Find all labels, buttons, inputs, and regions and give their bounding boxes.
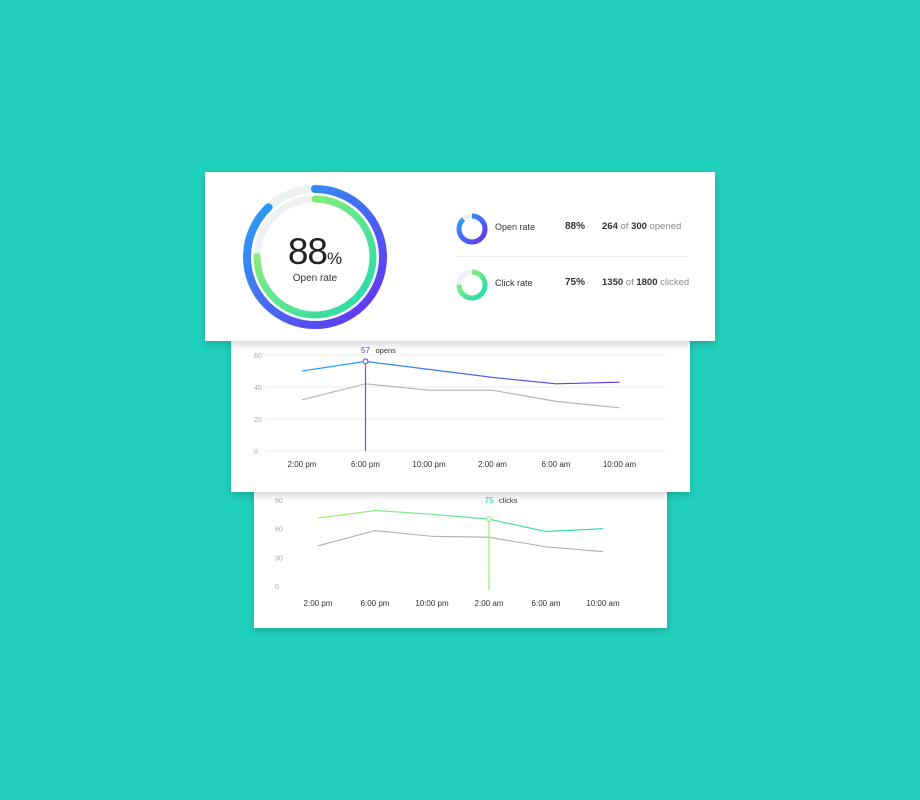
y-tick-label: 90 [275,498,283,505]
highlight-value: 75 [485,496,494,505]
x-tick-label: 10:00 pm [415,599,449,608]
stat-row-open-rate: Open rate 88% 264 of 300 opened [455,208,691,248]
stat-row-click-rate: Click rate 75% 1350 of 1800 clicked [455,264,691,304]
x-tick-label: 2:00 pm [304,599,333,608]
stat-divider [455,256,689,257]
open-rate-summary-card: 88% Open rate Open rate 88% 264 of 300 o… [205,172,715,341]
series-line-1 [317,529,604,553]
highlight-point[interactable] [486,516,493,523]
y-tick-label: 40 [254,385,262,392]
open-rate-mini-ring [456,213,488,245]
y-tick-label: 20 [254,417,262,424]
y-tick-label: 0 [275,584,279,591]
x-tick-label: 6:00 am [542,460,571,469]
x-tick-label: 6:00 am [532,599,561,608]
open-rate-value: 88% [275,231,355,273]
y-tick-label: 30 [275,555,283,562]
clicks-chart-card: 90 60 30 0 2:00 pm 6:00 pm 10:00 pm 2:00 am 6:00… [254,478,667,628]
y-tick-label: 0 [254,449,258,456]
click-rate-mini-ring [456,269,488,301]
x-tick-label: 6:00 pm [361,599,390,608]
x-tick-label: 2:00 am [475,599,504,608]
y-tick-label: 60 [275,527,283,534]
opens-line-chart: 60 40 20 0 2:00 pm 6:00 pm 10:00 pm 2:00 am 6:00… [254,346,666,469]
opens-chart-card: 60 40 20 0 2:00 pm 6:00 pm 10:00 pm 2:00 am 6:00… [231,330,690,492]
x-tick-label: 10:00 pm [412,460,446,469]
series-line-0 [301,360,620,385]
highlight-value: 57 [361,346,370,355]
open-rate-percent-sign: % [327,249,343,268]
stat-label: Open rate [495,222,536,232]
series-line-0 [317,509,604,533]
stat-count: 1350 of 1800 clicked [602,277,690,288]
x-tick-label: 2:00 pm [288,460,317,469]
highlight-label: clicks [499,496,518,505]
x-tick-label: 2:00 am [478,460,507,469]
stat-percent: 75% [565,277,586,288]
stat-percent: 88% [565,221,586,232]
stat-count: 264 of 300 opened [602,221,682,232]
x-tick-label: 10:00 am [586,599,620,608]
open-rate-number: 88 [287,231,328,272]
highlight-point[interactable] [362,358,369,365]
x-tick-label: 10:00 am [603,460,637,469]
open-rate-caption: Open rate [292,273,338,284]
clicks-line-chart: 90 60 30 0 2:00 pm 6:00 pm 10:00 pm 2:00 am 6:00… [275,496,620,608]
x-tick-label: 6:00 pm [351,460,380,469]
highlight-label: opens [376,346,397,355]
stat-label: Click rate [495,278,533,288]
y-tick-label: 60 [254,353,262,360]
